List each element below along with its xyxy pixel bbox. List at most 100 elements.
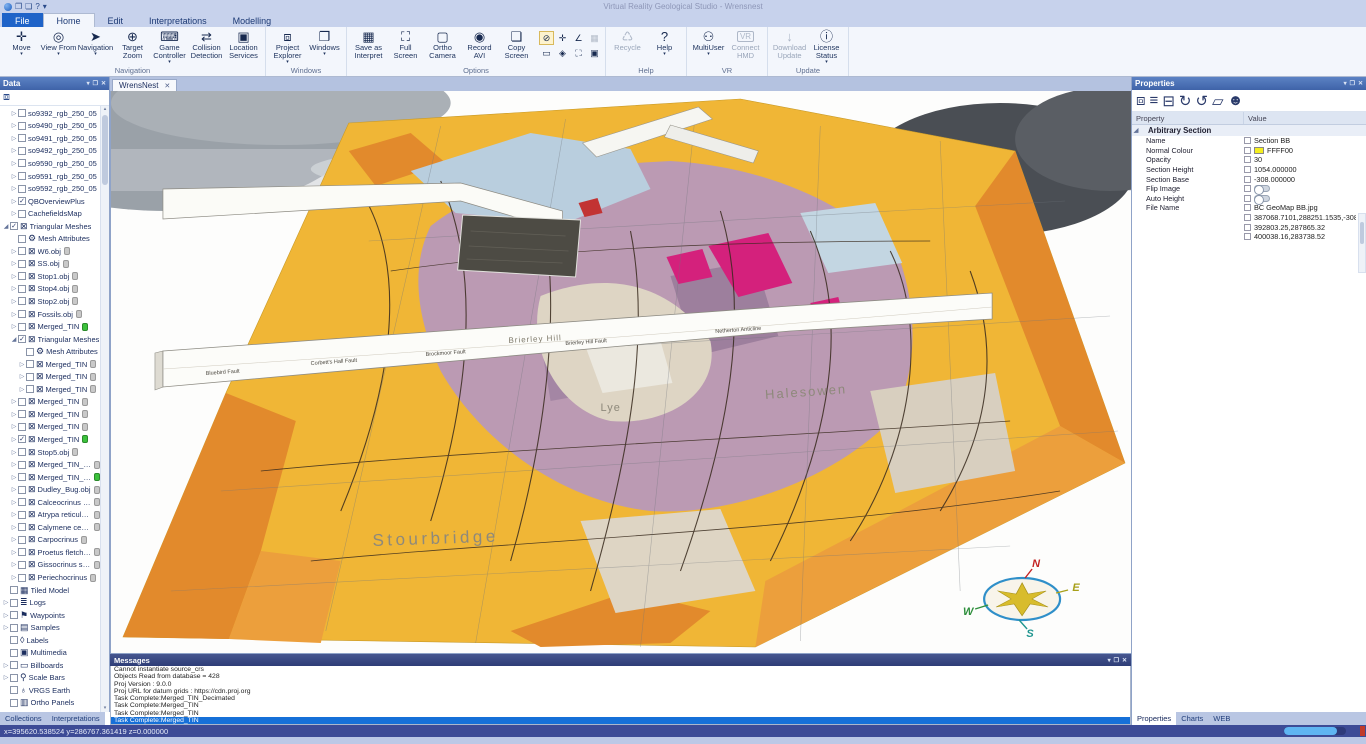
tree-item[interactable]: ▷⊠Merged_TIN — [0, 320, 100, 333]
tree-item[interactable]: ▷⊠Merged_TIN — [0, 396, 100, 409]
expander-icon[interactable]: ▷ — [10, 511, 18, 518]
expander-icon[interactable]: ▷ — [10, 160, 18, 167]
expander-icon[interactable]: ◢ — [2, 223, 10, 230]
checkbox[interactable] — [18, 297, 26, 305]
expander-icon[interactable]: ▷ — [10, 298, 18, 305]
sync-icon[interactable]: ↺ — [1195, 92, 1208, 110]
message-row[interactable]: Cannot instantiate source_crs — [111, 666, 1130, 673]
tree-item[interactable]: ▷⊠Atrypa reticulari... — [0, 509, 100, 522]
expander-icon[interactable]: ▷ — [10, 285, 18, 292]
tree-item[interactable]: ⚙Mesh Attributes — [0, 345, 100, 358]
checkbox[interactable] — [18, 498, 26, 506]
checkbox[interactable] — [18, 398, 26, 406]
scroll-down-icon[interactable]: ▾ — [101, 705, 109, 712]
target-zoom-button[interactable]: ⊕Target Zoom — [114, 28, 151, 60]
expander-icon[interactable]: ▷ — [10, 549, 18, 556]
folder-icon[interactable]: ▱ — [1212, 92, 1224, 110]
checkbox[interactable] — [18, 109, 26, 117]
property-value[interactable]: Section BB — [1254, 136, 1290, 145]
tree-item[interactable]: ▷⊠Dudley_Bug.obj — [0, 483, 100, 496]
properties-scrollbar[interactable] — [1358, 213, 1366, 273]
checkbox[interactable] — [26, 373, 34, 381]
expander-icon[interactable]: ▷ — [10, 185, 18, 192]
property-column-header[interactable]: Property — [1132, 112, 1244, 124]
tree-item[interactable]: ▷⊠Merged_TIN — [0, 421, 100, 434]
tree-item[interactable]: ▷so9490_rgb_250_05 — [0, 120, 100, 133]
help-button[interactable]: ?Help▾ — [646, 28, 683, 56]
tree-item[interactable]: ▷✓QBOverviewPlus — [0, 195, 100, 208]
expander-icon[interactable]: ▷ — [10, 499, 18, 506]
expander-icon[interactable]: ▷ — [10, 248, 18, 255]
tree-item[interactable]: ▷so9592_rgb_250_05 — [0, 182, 100, 195]
filter-list-icon[interactable]: ≡ — [1150, 92, 1159, 109]
property-value[interactable]: BC GeoMap BB.jpg — [1254, 203, 1318, 212]
checkbox[interactable] — [18, 523, 26, 531]
view-from-button[interactable]: ◎View From▾ — [40, 28, 77, 56]
checkbox[interactable]: ✓ — [18, 435, 26, 443]
record-avi-button[interactable]: ◉Record AVI — [461, 28, 498, 60]
panel-tab-interpretations[interactable]: Interpretations — [47, 712, 105, 725]
checkbox[interactable] — [10, 674, 18, 682]
checkbox[interactable] — [18, 172, 26, 180]
panel-menu-icon[interactable]: ▾ — [87, 80, 90, 87]
pin-icon[interactable]: ❐ — [1350, 80, 1355, 87]
checkbox[interactable] — [18, 536, 26, 544]
checkbox[interactable] — [18, 548, 26, 556]
checkbox[interactable] — [1244, 233, 1251, 240]
tree-item[interactable]: ▷⊠Merged_TIN — [0, 358, 100, 371]
move-tool-icon[interactable]: ✛ — [555, 31, 570, 45]
property-value[interactable]: 1054.000000 — [1254, 165, 1297, 174]
expander-icon[interactable]: ▷ — [10, 122, 18, 129]
checkbox[interactable] — [1244, 224, 1251, 231]
checkbox[interactable] — [18, 147, 26, 155]
expander-icon[interactable]: ▷ — [10, 323, 18, 330]
tree-item[interactable]: ◊Labels — [0, 634, 100, 647]
tree-item[interactable]: ▷⊠W6.obj — [0, 245, 100, 258]
expander-icon[interactable]: ▷ — [10, 147, 18, 154]
move-button[interactable]: ✛Move▾ — [3, 28, 40, 56]
collision-detection-button[interactable]: ⇄Collision Detection — [188, 28, 225, 60]
checkbox[interactable] — [1244, 185, 1251, 192]
expander-icon[interactable]: ▷ — [10, 561, 18, 568]
windows-button[interactable]: ❐Windows▾ — [306, 28, 343, 56]
tree-item[interactable]: ▣Multimedia — [0, 647, 100, 660]
extents-tool-icon[interactable]: ⛶ — [571, 46, 586, 60]
checkbox[interactable] — [18, 210, 26, 218]
checkbox[interactable] — [10, 649, 18, 657]
panel-menu-icon[interactable]: ▾ — [1108, 657, 1111, 664]
close-icon[interactable]: ✕ — [1358, 80, 1363, 87]
tree-item[interactable]: ▦Tiled Model — [0, 584, 100, 597]
close-tab-icon[interactable]: ✕ — [164, 82, 170, 90]
expander-icon[interactable]: ▷ — [2, 674, 10, 681]
expander-icon[interactable]: ▷ — [10, 436, 18, 443]
refresh-icon[interactable]: ↻ — [1179, 92, 1192, 110]
panel-tab-web[interactable]: WEB — [1208, 712, 1235, 725]
expander-icon[interactable]: ◢ — [10, 336, 18, 343]
customize-caret-icon[interactable]: ▾ — [43, 2, 47, 11]
copy-screen-button[interactable]: ❏Copy Screen — [498, 28, 535, 60]
expander-icon[interactable]: ▷ — [2, 612, 10, 619]
expander-icon[interactable]: ▷ — [10, 135, 18, 142]
tree-item[interactable]: ▷so9590_rgb_250_05 — [0, 157, 100, 170]
checkbox[interactable] — [10, 686, 18, 694]
checkbox[interactable]: ✓ — [18, 197, 26, 205]
expander-icon[interactable]: ◢ — [1132, 127, 1140, 134]
expander-icon[interactable]: ▷ — [10, 411, 18, 418]
ortho-camera-button[interactable]: ▢Ortho Camera — [424, 28, 461, 60]
expander-icon[interactable]: ▷ — [2, 624, 10, 631]
checkbox[interactable] — [10, 636, 18, 644]
checkbox[interactable] — [1244, 195, 1251, 202]
checkbox[interactable] — [26, 385, 34, 393]
checkbox[interactable] — [18, 159, 26, 167]
checkbox[interactable] — [1244, 137, 1251, 144]
hierarchy-icon[interactable]: ⧈ — [1136, 92, 1146, 109]
tree-item[interactable]: ▷⊠Carpocrinus — [0, 534, 100, 547]
pin-icon[interactable]: ❐ — [93, 80, 98, 87]
checkbox[interactable]: ✓ — [18, 335, 26, 343]
tree-item[interactable]: ▷⊠Stop4.obj — [0, 283, 100, 296]
tab-wrensnest[interactable]: WrensNest ✕ — [112, 79, 177, 91]
checkbox[interactable] — [18, 122, 26, 130]
expander-icon[interactable]: ▷ — [10, 173, 18, 180]
checkbox[interactable] — [18, 473, 26, 481]
checkbox[interactable] — [1244, 147, 1251, 154]
